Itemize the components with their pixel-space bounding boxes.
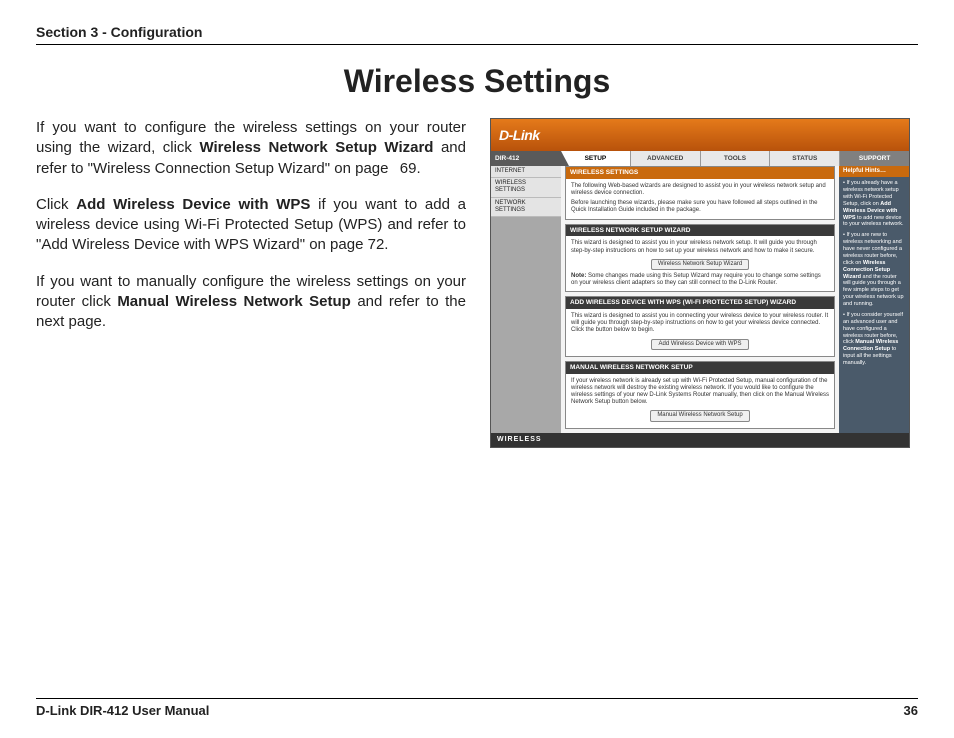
router-tabs: SETUP ADVANCED TOOLS STATUS SUPPORT bbox=[561, 151, 909, 166]
instruction-text: If you want to configure the wireless se… bbox=[36, 118, 466, 448]
wps-button[interactable]: Add Wireless Device with WPS bbox=[651, 339, 748, 350]
sidebar-item-wireless[interactable]: WIRELESS SETTINGS bbox=[491, 178, 561, 197]
dlink-logo: D-Link bbox=[499, 127, 540, 144]
router-screenshot: D-Link DIR-412 SETUP ADVANCED TOOLS STAT… bbox=[490, 118, 910, 448]
footer-page-number: 36 bbox=[904, 703, 918, 718]
help-body: • If you already have a wireless network… bbox=[839, 177, 909, 374]
block-body: This wizard is designed to assist you in… bbox=[566, 309, 834, 356]
block-header: MANUAL WIRELESS NETWORK SETUP bbox=[566, 362, 834, 374]
block-body: If your wireless network is already set … bbox=[566, 374, 834, 428]
sidebar-item-internet[interactable]: INTERNET bbox=[491, 166, 561, 178]
router-body: INTERNET WIRELESS SETTINGS NETWORK SETTI… bbox=[491, 166, 909, 433]
router-help-panel: Helpful Hints… • If you already have a w… bbox=[839, 166, 909, 433]
paragraph-wps: Click Add Wireless Device with WPS if yo… bbox=[36, 195, 466, 256]
router-main: WIRELESS SETTINGS The following Web-base… bbox=[561, 166, 839, 433]
tab-tools[interactable]: TOOLS bbox=[701, 151, 771, 166]
block-body: This wizard is designed to assist you in… bbox=[566, 236, 834, 291]
block-body: The following Web-based wizards are desi… bbox=[566, 179, 834, 219]
page-title: Wireless Settings bbox=[36, 63, 918, 100]
router-sidebar: INTERNET WIRELESS SETTINGS NETWORK SETTI… bbox=[491, 166, 561, 433]
footer-manual-name: D-Link DIR-412 User Manual bbox=[36, 703, 209, 718]
wizard-button[interactable]: Wireless Network Setup Wizard bbox=[651, 259, 749, 270]
block-wizard: WIRELESS NETWORK SETUP WIZARD This wizar… bbox=[565, 224, 835, 293]
tab-setup[interactable]: SETUP bbox=[561, 151, 631, 166]
help-header: Helpful Hints… bbox=[839, 166, 909, 177]
router-nav: DIR-412 SETUP ADVANCED TOOLS STATUS SUPP… bbox=[491, 151, 909, 166]
tab-support[interactable]: SUPPORT bbox=[840, 151, 909, 166]
section-header: Section 3 - Configuration bbox=[36, 24, 918, 45]
block-header: WIRELESS NETWORK SETUP WIZARD bbox=[566, 225, 834, 237]
block-wireless-settings: WIRELESS SETTINGS The following Web-base… bbox=[565, 166, 835, 220]
content-row: If you want to configure the wireless se… bbox=[36, 118, 918, 448]
sidebar-item-network[interactable]: NETWORK SETTINGS bbox=[491, 198, 561, 217]
paragraph-wizard: If you want to configure the wireless se… bbox=[36, 118, 466, 179]
block-wps: ADD WIRELESS DEVICE WITH WPS (WI-FI PROT… bbox=[565, 296, 835, 357]
page-footer: D-Link DIR-412 User Manual 36 bbox=[36, 698, 918, 718]
router-footer: WIRELESS bbox=[491, 433, 909, 447]
tab-advanced[interactable]: ADVANCED bbox=[631, 151, 701, 166]
manual-button[interactable]: Manual Wireless Network Setup bbox=[650, 410, 749, 421]
router-banner: D-Link bbox=[491, 119, 909, 151]
router-model: DIR-412 bbox=[491, 151, 561, 166]
paragraph-manual: If you want to manually configure the wi… bbox=[36, 272, 466, 333]
block-header: WIRELESS SETTINGS bbox=[566, 167, 834, 179]
block-header: ADD WIRELESS DEVICE WITH WPS (WI-FI PROT… bbox=[566, 297, 834, 309]
block-manual: MANUAL WIRELESS NETWORK SETUP If your wi… bbox=[565, 361, 835, 429]
tab-status[interactable]: STATUS bbox=[770, 151, 840, 166]
